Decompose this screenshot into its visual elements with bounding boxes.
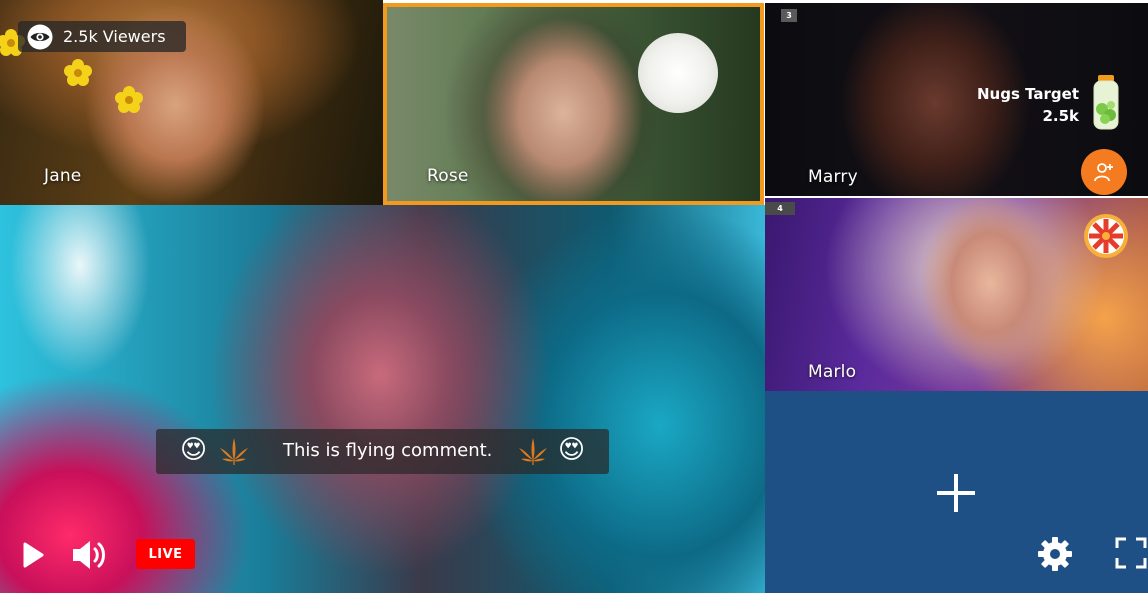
cannabis-leaf-icon — [519, 438, 547, 465]
streamer-name-rose: Rose — [427, 166, 469, 186]
plus-icon[interactable] — [936, 473, 976, 513]
yellow-flower-icon — [115, 86, 143, 113]
viewer-count-label: 2.5k Viewers — [63, 27, 166, 46]
yellow-flower-icon — [64, 59, 92, 86]
spin-wheel-icon[interactable] — [1083, 213, 1129, 259]
streamer-name-jane: Jane — [44, 166, 82, 186]
stream-tile-marry[interactable]: 3 Nugs Target 2.5k Marry — [765, 3, 1148, 196]
heart-eyes-emoji: 😍 — [180, 435, 208, 465]
nugs-target-title: Nugs Target — [976, 85, 1079, 103]
add-friend-button[interactable] — [1081, 149, 1127, 195]
viewer-count-badge: 2.5k Viewers — [18, 21, 186, 52]
eye-icon — [27, 24, 53, 49]
main-stream-video — [0, 205, 765, 593]
stream-tile-marlo[interactable]: 4 Marlo — [765, 198, 1148, 391]
slot-number-badge: 3 — [781, 9, 797, 22]
jar-icon — [1093, 75, 1119, 130]
streamer-name-marry: Marry — [808, 167, 858, 187]
stream-tile-rose[interactable]: Rose — [383, 3, 764, 205]
live-badge: LIVE — [136, 539, 195, 569]
heart-eyes-emoji: 😍 — [558, 435, 586, 465]
gear-icon[interactable] — [1037, 536, 1073, 572]
cannabis-leaf-icon — [220, 438, 248, 465]
add-stream-panel — [765, 391, 1148, 593]
flying-comment-text: This is flying comment. — [283, 440, 493, 461]
volume-icon[interactable] — [71, 538, 111, 572]
main-stream[interactable]: 😍 This is flying comment. 😍 LIVE — [0, 205, 765, 593]
streamer-name-marlo: Marlo — [808, 362, 857, 382]
flying-comment: 😍 This is flying comment. 😍 — [156, 429, 609, 474]
nugs-target-value: 2.5k — [1042, 107, 1079, 125]
stream-tile-jane[interactable]: 2.5k Viewers Jane — [0, 0, 383, 205]
slot-number-badge: 4 — [765, 202, 795, 215]
fullscreen-icon[interactable] — [1115, 537, 1147, 569]
add-user-icon — [1094, 163, 1113, 182]
play-icon[interactable] — [22, 542, 44, 568]
